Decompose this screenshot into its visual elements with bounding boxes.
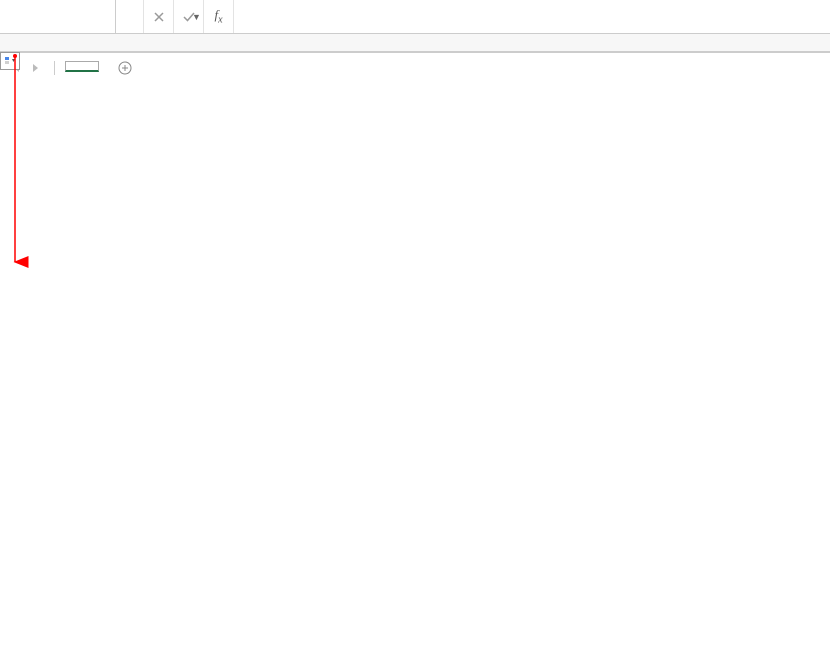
ribbon-collapse-area	[0, 34, 830, 52]
triangle-right-icon	[32, 63, 40, 73]
formula-bar-separator	[116, 0, 144, 33]
x-icon	[153, 11, 165, 23]
accept-formula-button[interactable]	[174, 0, 204, 33]
tab-nav-next[interactable]	[28, 60, 44, 76]
tab-nav-separator	[54, 61, 55, 75]
add-sheet-button[interactable]	[113, 56, 137, 80]
insert-function-button[interactable]: fx	[204, 0, 234, 33]
check-icon	[182, 11, 196, 23]
plus-circle-icon	[118, 61, 132, 75]
name-box-wrap: ▼	[0, 0, 116, 33]
arrow-annotation	[0, 52, 30, 282]
sheet-tab-bar	[0, 52, 830, 82]
formula-input[interactable]	[234, 0, 830, 33]
cancel-formula-button[interactable]	[144, 0, 174, 33]
fx-icon: fx	[214, 7, 222, 26]
formula-bar: ▼ fx	[0, 0, 830, 34]
sheet-tab[interactable]	[65, 61, 99, 72]
